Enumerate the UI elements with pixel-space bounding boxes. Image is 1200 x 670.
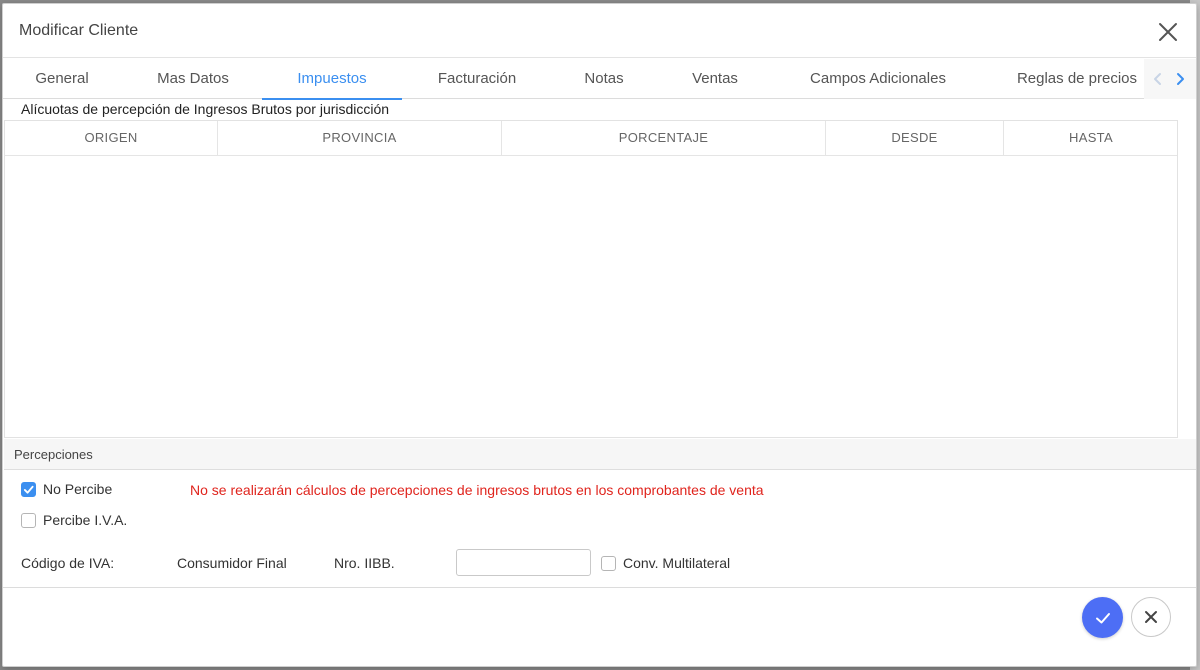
no-percibe-label: No Percibe [43,481,113,497]
tab-campos-adicionales[interactable]: Campos Adicionales [793,59,963,99]
tab-general[interactable]: General [15,59,109,99]
tab-mas-datos[interactable]: Mas Datos [133,59,253,99]
percibe-iva-checkbox[interactable]: Percibe I.V.A. [21,511,127,529]
footer-divider [3,587,1196,588]
alicuotas-grid: ORIGEN PROVINCIA PORCENTAJE DESDE HASTA [4,120,1178,438]
percibe-iva-label: Percibe I.V.A. [43,512,128,528]
cancel-button[interactable] [1131,597,1171,637]
checkbox-unchecked-icon [601,555,616,571]
tab-facturacion[interactable]: Facturación [421,59,533,99]
checkbox-unchecked-icon [21,512,36,528]
no-percibe-warning: No se realizarán cálculos de percepcione… [190,482,764,498]
conv-multilateral-checkbox[interactable]: Conv. Multilateral [601,554,730,572]
dialog-title: Modificar Cliente [19,22,139,39]
tab-notas[interactable]: Notas [563,59,645,99]
check-icon [1095,612,1110,623]
close-icon [1145,611,1157,623]
tab-reglas-de-precios[interactable]: Reglas de precios [1003,59,1151,99]
dialog-header: Modificar Cliente [3,4,1196,58]
close-icon [1159,23,1177,41]
percepciones-section-header: Percepciones [4,439,1196,470]
codigo-iva-label: Código de IVA: [21,555,115,571]
tab-scroll-controls [1144,59,1196,99]
checkbox-checked-icon [21,481,36,497]
tab-prev-button[interactable] [1150,71,1166,87]
conv-multilateral-label: Conv. Multilateral [623,555,731,571]
modify-client-dialog: Modificar Cliente General Mas Datos Impu… [2,3,1197,667]
column-header-provincia[interactable]: PROVINCIA [218,121,502,155]
tab-bar: General Mas Datos Impuestos Facturación … [3,59,1196,100]
alicuotas-caption: Alícuotas de percepción de Ingresos Brut… [21,101,390,117]
tab-ventas[interactable]: Ventas [673,59,757,99]
tab-next-button[interactable] [1172,71,1188,87]
column-header-hasta[interactable]: HASTA [1004,121,1178,155]
no-percibe-checkbox[interactable]: No Percibe [21,480,112,498]
nro-iibb-label: Nro. IIBB. [334,555,395,571]
column-header-origen[interactable]: ORIGEN [5,121,218,155]
column-header-desde[interactable]: DESDE [826,121,1004,155]
grid-header: ORIGEN PROVINCIA PORCENTAJE DESDE HASTA [5,121,1177,156]
confirm-button[interactable] [1082,597,1123,638]
column-header-porcentaje[interactable]: PORCENTAJE [502,121,826,155]
chevron-right-icon [1177,73,1184,85]
codigo-iva-value: Consumidor Final [177,555,287,571]
tab-impuestos[interactable]: Impuestos [262,59,402,100]
nro-iibb-input[interactable] [456,549,591,576]
percepciones-label: Percepciones [14,447,93,462]
close-button[interactable] [1156,20,1180,44]
chevron-left-icon [1154,73,1161,85]
